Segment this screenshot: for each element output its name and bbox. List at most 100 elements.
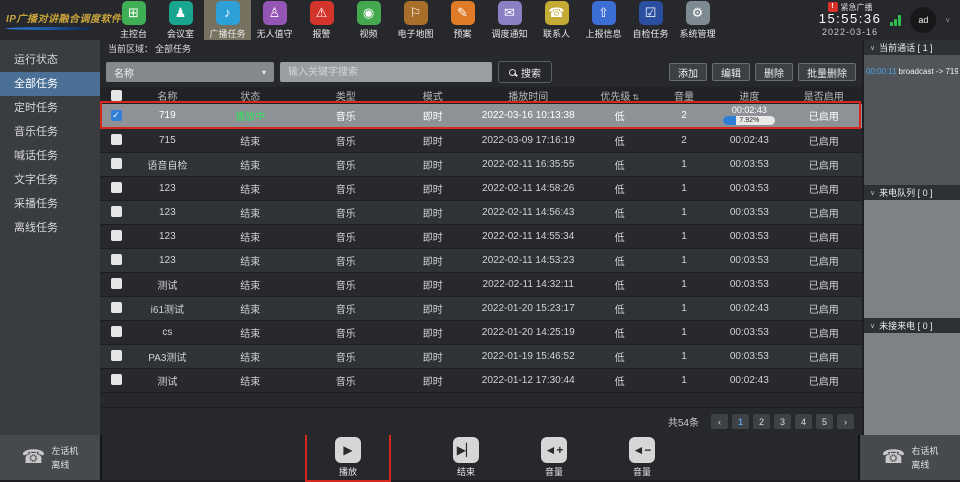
- table-header-进度[interactable]: 进度: [713, 87, 785, 104]
- nav-item-plan[interactable]: ✎预案: [439, 0, 486, 40]
- row-checkbox[interactable]: [111, 134, 122, 145]
- nav-item-system-manage[interactable]: ⚙系统管理: [674, 0, 721, 40]
- delete-button[interactable]: 删除: [755, 63, 793, 81]
- nav-item-e-map[interactable]: ⚐电子地图: [392, 0, 439, 40]
- panel-header-incoming-queue[interactable]: ∨来电队列 [ 0 ]: [864, 185, 960, 200]
- sort-icon[interactable]: ⇅: [632, 93, 639, 102]
- volume-up-button[interactable]: ◄+音量: [541, 437, 567, 478]
- page-button-5[interactable]: 5: [816, 414, 833, 429]
- table-header-类型[interactable]: 类型: [298, 87, 394, 104]
- nav-item-dispatch-notice[interactable]: ✉调度通知: [486, 0, 533, 40]
- row-checkbox-cell[interactable]: [100, 200, 132, 224]
- row-checkbox[interactable]: [111, 302, 122, 313]
- row-checkbox-cell[interactable]: [100, 272, 132, 296]
- table-row[interactable]: 测试结束音乐即时2022-01-12 17:30:44低100:02:43已启用: [100, 368, 862, 392]
- table-row[interactable]: cs结束音乐即时2022-01-20 14:25:19低100:03:53已启用: [100, 320, 862, 344]
- row-checkbox[interactable]: [111, 326, 122, 337]
- sidebar-item-running-status[interactable]: 运行状态: [0, 48, 100, 72]
- row-checkbox-cell[interactable]: ✓: [100, 104, 132, 128]
- row-checkbox[interactable]: [111, 206, 122, 217]
- row-checkbox[interactable]: [111, 350, 122, 361]
- nav-item-alarm[interactable]: ⚠报警: [298, 0, 345, 40]
- row-checkbox[interactable]: [111, 182, 122, 193]
- end-button[interactable]: ▶▏结束: [453, 437, 479, 478]
- table-header-名称[interactable]: 名称: [132, 87, 202, 104]
- play-button[interactable]: ▶播放: [305, 433, 391, 482]
- batch-delete-button[interactable]: 批量删除: [798, 63, 856, 81]
- call-item[interactable]: 00:00:11broadcast -> 719: [866, 59, 958, 76]
- user-menu-caret-icon[interactable]: ˅: [945, 16, 950, 25]
- table-row[interactable]: PA3测试结束音乐即时2022-01-19 15:46:52低100:03:53…: [100, 344, 862, 368]
- table-header-checkbox[interactable]: [100, 87, 132, 104]
- panel-header-missed-calls[interactable]: ∨未接来电 [ 0 ]: [864, 318, 960, 333]
- sidebar-item-text-tasks[interactable]: 文字任务: [0, 168, 100, 192]
- field-select[interactable]: 名称 ▾: [106, 62, 274, 82]
- table-row[interactable]: 715结束音乐即时2022-03-09 17:16:19低200:02:43已启…: [100, 128, 862, 152]
- search-input[interactable]: [280, 62, 492, 82]
- sidebar-item-offline-tasks[interactable]: 离线任务: [0, 216, 100, 240]
- page-next-button[interactable]: ›: [837, 414, 854, 429]
- search-button[interactable]: 搜索: [498, 61, 552, 83]
- row-checkbox[interactable]: [111, 278, 122, 289]
- table-header-音量[interactable]: 音量: [655, 87, 713, 104]
- sidebar-item-shout-tasks[interactable]: 喊话任务: [0, 144, 100, 168]
- collapse-icon[interactable]: ∨: [870, 189, 875, 197]
- row-checkbox-cell[interactable]: [100, 248, 132, 272]
- nav-item-self-check-task[interactable]: ☑自检任务: [627, 0, 674, 40]
- row-checkbox-cell[interactable]: [100, 176, 132, 200]
- user-avatar[interactable]: ad: [910, 7, 936, 33]
- page-button-2[interactable]: 2: [753, 414, 770, 429]
- table-row[interactable]: 语音自检结束音乐即时2022-02-11 16:35:55低100:03:53已…: [100, 152, 862, 176]
- table-row[interactable]: 123结束音乐即时2022-02-11 14:58:26低100:03:53已启…: [100, 176, 862, 200]
- table-row[interactable]: ✓719播放中音乐即时2022-03-16 10:13:38低200:02:43…: [100, 104, 862, 128]
- row-checkbox-cell[interactable]: [100, 344, 132, 368]
- table-header-优先级[interactable]: 优先级⇅: [585, 87, 655, 104]
- page-button-1[interactable]: 1: [732, 414, 749, 429]
- sidebar-item-timed-tasks[interactable]: 定时任务: [0, 96, 100, 120]
- page-button-3[interactable]: 3: [774, 414, 791, 429]
- nav-item-meeting-room[interactable]: ♟会议室: [157, 0, 204, 40]
- collapse-icon[interactable]: ∨: [870, 322, 875, 330]
- table-row[interactable]: 123结束音乐即时2022-02-11 14:53:23低100:03:53已启…: [100, 248, 862, 272]
- nav-item-unattended[interactable]: ♙无人值守: [251, 0, 298, 40]
- right-phone-status[interactable]: ☎ 右话机 离线: [860, 435, 960, 480]
- row-checkbox[interactable]: ✓: [111, 110, 122, 121]
- table-row[interactable]: i61测试结束音乐即时2022-01-20 15:23:17低100:02:43…: [100, 296, 862, 320]
- nav-item-report-info[interactable]: ⇧上报信息: [580, 0, 627, 40]
- collapse-icon[interactable]: ∨: [870, 44, 875, 52]
- row-checkbox-cell[interactable]: [100, 368, 132, 392]
- row-checkbox[interactable]: [111, 254, 122, 265]
- page-button-4[interactable]: 4: [795, 414, 812, 429]
- sidebar-item-capture-tasks[interactable]: 采播任务: [0, 192, 100, 216]
- sidebar-item-music-tasks[interactable]: 音乐任务: [0, 120, 100, 144]
- table-row[interactable]: 123结束音乐即时2022-02-11 14:55:34低100:03:53已启…: [100, 224, 862, 248]
- row-checkbox-cell[interactable]: [100, 224, 132, 248]
- volume-down-button[interactable]: ◄−音量: [629, 437, 655, 478]
- row-checkbox-cell[interactable]: [100, 320, 132, 344]
- clock-block: ! 紧急广播 15:55:36 2022-03-16: [819, 2, 882, 37]
- row-checkbox-cell[interactable]: [100, 128, 132, 152]
- panel-header-current-calls[interactable]: ∨当前通话 [ 1 ]: [864, 40, 960, 55]
- nav-item-contacts[interactable]: ☎联系人: [533, 0, 580, 40]
- table-row[interactable]: 123结束音乐即时2022-02-11 14:56:43低100:03:53已启…: [100, 200, 862, 224]
- row-checkbox-cell[interactable]: [100, 296, 132, 320]
- sidebar-item-all-tasks[interactable]: 全部任务: [0, 72, 100, 96]
- nav-item-console[interactable]: ⊞主控台: [110, 0, 157, 40]
- add-button[interactable]: 添加: [669, 63, 707, 81]
- table-header-模式[interactable]: 模式: [394, 87, 472, 104]
- page-prev-button[interactable]: ‹: [711, 414, 728, 429]
- left-phone-status[interactable]: ☎ 左话机 离线: [0, 435, 100, 480]
- row-checkbox-cell[interactable]: [100, 152, 132, 176]
- table-row[interactable]: 测试结束音乐即时2022-02-11 14:32:11低100:03:53已启用: [100, 272, 862, 296]
- row-checkbox[interactable]: [111, 230, 122, 241]
- row-checkbox[interactable]: [111, 158, 122, 169]
- edit-button[interactable]: 编辑: [712, 63, 750, 81]
- row-checkbox[interactable]: [111, 374, 122, 385]
- table-header-播放时间[interactable]: 播放时间: [472, 87, 585, 104]
- select-all-checkbox[interactable]: [111, 90, 122, 101]
- table-header-状态[interactable]: 状态: [203, 87, 299, 104]
- table-header-是否启用[interactable]: 是否启用: [786, 87, 862, 104]
- cell-volume: 1: [655, 272, 713, 296]
- nav-item-broadcast-task[interactable]: ♪广播任务: [204, 0, 251, 40]
- nav-item-video[interactable]: ◉视频: [345, 0, 392, 40]
